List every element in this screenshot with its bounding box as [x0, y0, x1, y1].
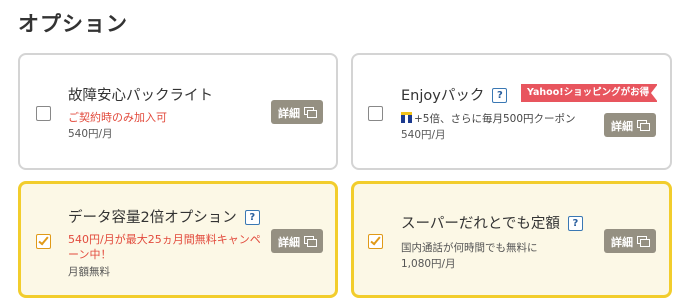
option-note: +5倍、さらに毎月500円クーポン — [401, 111, 576, 126]
option-card-kosho-anshin[interactable]: 故障安心パックライト ご契約時のみ加入可 540円/月 詳細 — [18, 53, 338, 170]
yahoo-shopping-badge: Yahoo!ショッピングがお得 — [521, 84, 658, 102]
option-note: 国内通話が何時間でも無料に — [401, 242, 538, 254]
option-name: スーパーだれとでも定額 — [401, 216, 560, 232]
option-card-super-daredemo[interactable]: スーパーだれとでも定額? 国内通話が何時間でも無料に 1,080円/月 詳細 — [351, 181, 672, 298]
window-icon — [637, 120, 650, 131]
checkmark-icon — [370, 234, 381, 246]
option-name: 故障安心パックライト — [68, 88, 213, 104]
detail-button[interactable]: 詳細 — [271, 229, 323, 253]
detail-button-label: 詳細 — [611, 236, 633, 249]
option-name: データ容量2倍オプション — [68, 210, 237, 226]
help-icon[interactable]: ? — [244, 210, 260, 225]
option-checkbox[interactable] — [36, 234, 51, 249]
window-icon — [304, 107, 317, 118]
detail-button[interactable]: 詳細 — [604, 113, 656, 137]
detail-button[interactable]: 詳細 — [271, 100, 323, 124]
checkmark-icon — [38, 234, 49, 246]
detail-button-label: 詳細 — [278, 236, 300, 249]
option-checkbox[interactable] — [368, 106, 383, 121]
help-icon[interactable]: ? — [567, 216, 583, 231]
option-checkbox[interactable] — [368, 234, 383, 249]
option-card-data-2x[interactable]: データ容量2倍オプション? 540円/月が最大25ヵ月間無料キャンペ ーン中！ … — [18, 181, 338, 298]
help-icon[interactable]: ? — [492, 88, 508, 103]
option-note: ご契約時のみ加入可 — [68, 111, 167, 124]
detail-button-label: 詳細 — [611, 120, 633, 133]
option-note-text: +5倍、さらに毎月500円クーポン — [414, 113, 576, 125]
option-name-row: スーパーだれとでも定額? — [401, 212, 583, 233]
option-price: 540円/月 — [401, 129, 446, 141]
option-note-cont: ーン中！ — [68, 248, 112, 261]
option-card-enjoy-pack[interactable]: Enjoyパック? +5倍、さらに毎月500円クーポン 540円/月 詳細 — [351, 53, 672, 170]
detail-button-label: 詳細 — [278, 107, 300, 120]
option-name: Enjoyパック — [401, 88, 485, 104]
option-price: 1,080円/月 — [401, 258, 456, 270]
detail-button[interactable]: 詳細 — [604, 229, 656, 253]
option-price: 540円/月 — [68, 128, 113, 140]
option-checkbox[interactable] — [36, 106, 51, 121]
option-note: 540円/月が最大25ヵ月間無料キャンペ — [68, 233, 261, 246]
tpoint-logo-icon — [401, 112, 412, 123]
option-price: 月額無料 — [68, 266, 110, 278]
option-name-row: Enjoyパック? — [401, 84, 508, 105]
option-name-row: データ容量2倍オプション? — [68, 206, 260, 227]
window-icon — [304, 236, 317, 247]
page-title: オプション — [18, 12, 128, 36]
window-icon — [637, 236, 650, 247]
